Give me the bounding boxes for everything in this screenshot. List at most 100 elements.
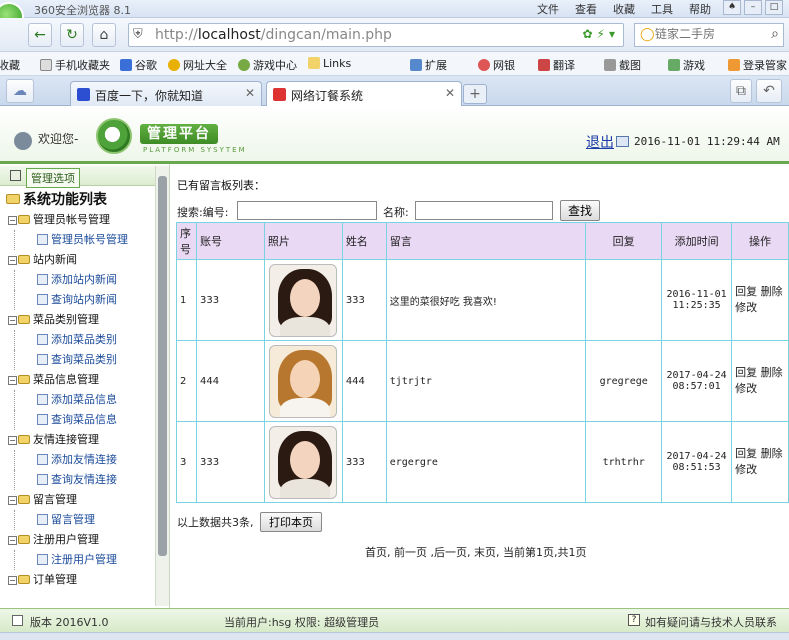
menu-file[interactable]: 文件 bbox=[537, 1, 559, 17]
fav-item[interactable]: 手机收藏夹 bbox=[40, 57, 110, 73]
edit-link[interactable]: 修改 bbox=[735, 382, 757, 395]
col-header: 留言 bbox=[385, 222, 587, 260]
close-icon[interactable]: ✕ bbox=[445, 86, 455, 100]
folder-icon bbox=[18, 315, 30, 324]
menu-view[interactable]: 查看 bbox=[575, 1, 597, 17]
url-text[interactable]: http://localhost/dingcan/main.php bbox=[155, 27, 392, 43]
user-photo[interactable] bbox=[269, 425, 338, 499]
fav-item[interactable]: 游戏 bbox=[668, 57, 705, 73]
close-icon[interactable]: ✕ bbox=[245, 86, 255, 100]
scroll-thumb[interactable] bbox=[158, 176, 167, 556]
collapse-icon[interactable]: − bbox=[8, 316, 17, 325]
tree-group-users[interactable]: − 注册用户管理 bbox=[4, 530, 154, 550]
tree-group-dish-category[interactable]: − 菜品类别管理 bbox=[4, 310, 154, 330]
tree-group-messages[interactable]: − 留言管理 bbox=[4, 490, 154, 510]
collapse-icon[interactable]: − bbox=[8, 376, 17, 385]
pagination[interactable]: 首页, 前一页 ,后一页, 末页, 当前第1页,共1页 bbox=[365, 544, 586, 560]
tab-list-icon[interactable]: ⧉ bbox=[730, 79, 752, 103]
fav-item[interactable]: 截图 bbox=[604, 57, 641, 73]
edit-link[interactable]: 修改 bbox=[735, 301, 757, 314]
fav-item[interactable]: 谷歌 bbox=[120, 57, 157, 73]
search-engine-icon[interactable]: ◯ bbox=[640, 27, 655, 42]
search-icon[interactable]: ⌕ bbox=[771, 26, 779, 42]
reply-link[interactable]: 回复 bbox=[735, 366, 757, 379]
menu-tools[interactable]: 工具 bbox=[651, 1, 673, 17]
tree-group-admin[interactable]: − 管理员帐号管理 bbox=[4, 210, 154, 230]
tab-baidu[interactable]: 百度一下，你就知道 ✕ bbox=[70, 81, 262, 106]
fav-item[interactable]: 网址大全 bbox=[168, 57, 227, 73]
tree-root[interactable]: 系统功能列表 bbox=[4, 190, 154, 210]
fav-item[interactable]: 登录管家 bbox=[728, 57, 787, 73]
tab-ordering-system[interactable]: 网络订餐系统 ✕ bbox=[266, 81, 462, 106]
fav-item[interactable]: Links bbox=[308, 57, 351, 70]
address-tools-icon[interactable]: ✿⚡▾ bbox=[582, 27, 619, 41]
platform-subtitle: PLATFORM SYSYTEM bbox=[143, 146, 247, 154]
collapse-icon[interactable]: − bbox=[8, 256, 17, 265]
logout-link[interactable]: 退出 bbox=[586, 132, 614, 152]
cell-name: 444 bbox=[341, 340, 387, 422]
browser-search-input[interactable] bbox=[655, 27, 755, 41]
refresh-icon[interactable]: ↻ bbox=[60, 23, 84, 47]
id-search-input[interactable] bbox=[237, 201, 377, 220]
user-photo[interactable] bbox=[269, 263, 338, 337]
name-search-input[interactable] bbox=[415, 201, 553, 220]
tree-item-query-dish-category[interactable]: 查询菜品类别 bbox=[14, 350, 154, 370]
tree-item-admin-accounts[interactable]: 管理员帐号管理 bbox=[14, 230, 154, 250]
reply-link[interactable]: 回复 bbox=[735, 447, 757, 460]
find-button[interactable]: 查找 bbox=[560, 200, 600, 221]
fav-item[interactable]: 游戏中心 bbox=[238, 57, 297, 73]
tree-group-dish-info[interactable]: − 菜品信息管理 bbox=[4, 370, 154, 390]
tree-item-query-dish-info[interactable]: 查询菜品信息 bbox=[14, 410, 154, 430]
delete-link[interactable]: 删除 bbox=[761, 366, 783, 379]
cloud-icon[interactable]: ☁ bbox=[6, 79, 34, 103]
undo-close-icon[interactable]: ↶ bbox=[756, 79, 782, 103]
status-bar: 版本 2016V1.0 当前用户:hsg 权限: 超级管理员 ? 如有疑问请与技… bbox=[0, 608, 789, 632]
cell-time: 2016-11-01 11:25:35 bbox=[661, 259, 733, 341]
delete-link[interactable]: 删除 bbox=[761, 447, 783, 460]
fav-item[interactable]: 扩展 bbox=[410, 57, 447, 73]
reply-link[interactable]: 回复 bbox=[735, 285, 757, 298]
print-button[interactable]: 打印本页 bbox=[260, 512, 322, 532]
sidebar-header-label[interactable]: 管理选项 bbox=[26, 168, 80, 188]
logout-icon[interactable] bbox=[616, 136, 629, 147]
minimize-icon[interactable]: – bbox=[744, 0, 762, 15]
fav-item[interactable]: 翻译 bbox=[538, 57, 575, 73]
back-icon[interactable]: ← bbox=[28, 23, 52, 47]
collapse-icon[interactable]: − bbox=[8, 576, 17, 585]
cell-no: 2 bbox=[176, 340, 197, 422]
delete-link[interactable]: 删除 bbox=[761, 285, 783, 298]
fav-item[interactable]: 网银 bbox=[478, 57, 515, 73]
sidebar-scrollbar[interactable] bbox=[155, 166, 169, 606]
edit-link[interactable]: 修改 bbox=[735, 463, 757, 476]
tree-item-add-dish-info[interactable]: 添加菜品信息 bbox=[14, 390, 154, 410]
tree-item-add-dish-category[interactable]: 添加菜品类别 bbox=[14, 330, 154, 350]
collapse-icon[interactable]: − bbox=[8, 436, 17, 445]
maximize-icon[interactable]: □ bbox=[765, 0, 783, 15]
browser-search-box[interactable]: ◯ ⌕ bbox=[634, 23, 784, 47]
cell-photo bbox=[263, 340, 343, 422]
platform-logo-icon bbox=[96, 118, 132, 154]
tree-item-users[interactable]: 注册用户管理 bbox=[14, 550, 154, 570]
list-title: 已有留言板列表： bbox=[177, 179, 265, 192]
tree-item-query-news[interactable]: 查询站内新闻 bbox=[14, 290, 154, 310]
tree-item-add-link[interactable]: 添加友情连接 bbox=[14, 450, 154, 470]
tree-item-add-news[interactable]: 添加站内新闻 bbox=[14, 270, 154, 290]
menu-help[interactable]: 帮助 bbox=[689, 1, 711, 17]
tree-group-links[interactable]: − 友情连接管理 bbox=[4, 430, 154, 450]
collapse-icon[interactable]: − bbox=[8, 496, 17, 505]
user-photo[interactable] bbox=[269, 344, 338, 418]
collapse-icon[interactable]: − bbox=[8, 536, 17, 545]
collapse-icon[interactable]: − bbox=[8, 216, 17, 225]
tree-group-orders[interactable]: − 订单管理 bbox=[4, 570, 154, 590]
new-tab-button[interactable]: + bbox=[463, 84, 487, 104]
tree-group-news[interactable]: − 站内新闻 bbox=[4, 250, 154, 270]
folder-icon bbox=[308, 57, 320, 69]
address-bar[interactable]: ⛨ http://localhost/dingcan/main.php ✿⚡▾ bbox=[128, 23, 624, 47]
fav-item[interactable]: 收藏 bbox=[0, 57, 20, 73]
tree-item-messages[interactable]: 留言管理 bbox=[14, 510, 154, 530]
skin-icon[interactable]: ♠ bbox=[723, 0, 741, 15]
menu-favorites[interactable]: 收藏 bbox=[613, 1, 635, 17]
home-icon[interactable]: ⌂ bbox=[92, 23, 116, 47]
cell-ops: 回复 删除 修改 bbox=[731, 340, 789, 422]
tree-item-query-link[interactable]: 查询友情连接 bbox=[14, 470, 154, 490]
